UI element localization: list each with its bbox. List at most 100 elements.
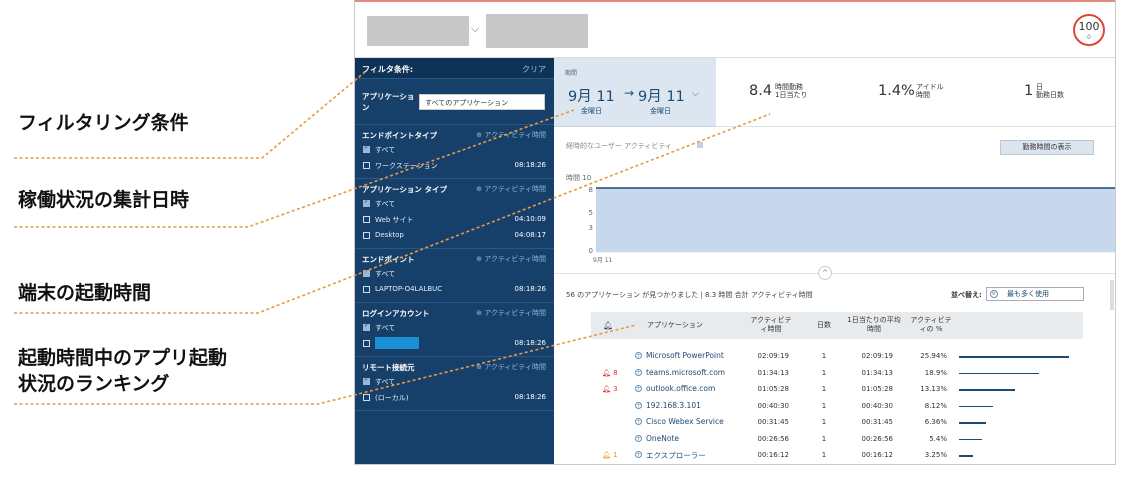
app-name[interactable]: teams.microsoft.com (646, 368, 725, 377)
app-name[interactable]: outlook.office.com (646, 384, 715, 393)
filter-section-header: リモート接続元 ⊕ アクティビティ時間 (355, 357, 554, 374)
filter-section-title: アプリケーション タイプ (362, 185, 447, 194)
table-row[interactable]: 🔔︎ 8 + teams.microsoft.com 01:34:13 1 01:34:1… (591, 366, 1083, 382)
bell-icon[interactable]: 🔔︎ (603, 321, 613, 330)
expand-row-icon[interactable]: + (635, 451, 642, 458)
chevron-up-icon[interactable]: ^ (818, 266, 832, 280)
checkbox[interactable] (363, 394, 370, 401)
checkbox[interactable] (363, 232, 370, 239)
filter-header: フィルタ条件: クリア (355, 58, 554, 79)
filter-section-title: ログインアカウント (362, 309, 430, 318)
expand-row-icon[interactable]: + (635, 385, 642, 392)
expand-row-icon[interactable]: + (635, 418, 642, 425)
sort-label: 並べ替え: (951, 291, 982, 299)
th-days[interactable]: 日数 (811, 321, 837, 330)
kpi-work-hours-label-bottom: 1日当たり (775, 91, 808, 99)
app-name[interactable]: エクスプローラー (646, 450, 706, 461)
table-header: 🔔︎ アプリケーション アクティビテ ィ時間 日数 1日当たりの平均 時間 アク… (591, 312, 1083, 339)
chart-divider (554, 273, 1115, 274)
alert-badge[interactable]: 🔔︎ 1 (602, 451, 618, 459)
checkbox[interactable] (363, 322, 370, 331)
screenshot-root: フィルタリング条件 稼働状況の集計日時 端末の起動時間 起動時間中のアプリ起動 … (0, 0, 1138, 477)
activity-pct: 3.25% (924, 451, 947, 459)
scrollbar[interactable] (1110, 280, 1114, 310)
chevron-down-icon[interactable]: ⌵ (471, 22, 479, 36)
expand-row-icon[interactable]: + (635, 368, 642, 376)
activity-time-toggle[interactable]: ⊕ アクティビティ時間 (476, 254, 546, 264)
kpi-idle-time-label-bottom: 時間 (916, 91, 930, 99)
filter-section-header: エンドポイントタイプ ⊕ アクティビティ時間 (355, 125, 554, 142)
filter-option[interactable]: すべて (355, 374, 554, 390)
activity-time-toggle[interactable]: ⊕ アクティビティ時間 (476, 362, 546, 372)
avg-per-day: 00:31:45 (861, 418, 893, 426)
app-name[interactable]: Cisco Webex Service (646, 417, 724, 426)
period-divider (554, 126, 716, 127)
checkbox[interactable] (363, 216, 370, 223)
activity-time-label: アクティビティ時間 (484, 131, 546, 139)
clear-filters-link[interactable]: クリア (522, 64, 546, 75)
activity-time: 00:16:12 (757, 451, 789, 459)
period-start-weekday: 金曜日 (581, 107, 602, 115)
activity-time: 02:09:19 (757, 352, 789, 360)
checkbox[interactable] (363, 198, 370, 207)
checkbox[interactable] (363, 286, 370, 293)
table-row[interactable]: + Microsoft PowerPoint 02:09:19 1 02:09:19 25… (591, 349, 1083, 365)
filter-option-value: 04:08:17 (514, 231, 546, 239)
chart-x-tick: 9月 11 (593, 257, 613, 264)
alert-count: 3 (613, 385, 618, 393)
filter-option[interactable]: Desktop 04:08:17 (355, 228, 554, 244)
th-activity-pct[interactable]: アクティビテ ィの % (909, 316, 953, 334)
table-row[interactable]: +192.168.3.101 00:40:30 1 00:40:30 8.12% (591, 399, 1083, 415)
th-application[interactable]: アプリケーション (647, 321, 727, 330)
filter-option[interactable]: ワークステーション 08:18:26 (355, 158, 554, 174)
expand-row-icon[interactable]: + (635, 434, 642, 442)
expand-row-icon[interactable]: + (635, 401, 642, 409)
chevron-down-icon[interactable]: ⌵ (692, 89, 699, 99)
activity-time-toggle[interactable]: ⊕ アクティビティ時間 (476, 308, 546, 318)
filter-option[interactable]: (ローカル) 08:18:26 (355, 390, 554, 406)
filter-option[interactable]: すべて (355, 196, 554, 212)
th-avg-per-day[interactable]: 1日当たりの平均 時間 (839, 316, 909, 334)
activity-time-label: アクティビティ時間 (484, 255, 546, 263)
app-name[interactable]: OneNote (646, 434, 679, 443)
kpi-work-days-label: 日勤務日数 (1036, 83, 1064, 99)
results-summary: 56 のアプリケーション が見つかりました | 8.3 時間 合計 アクティビテ… (566, 290, 813, 300)
checkbox[interactable] (363, 268, 370, 277)
days: 1 (821, 368, 827, 377)
filter-option[interactable]: すべて (355, 142, 554, 158)
activity-pct-bar (959, 455, 973, 457)
filter-option[interactable]: すべて (355, 266, 554, 282)
alert-badge[interactable]: 🔔︎ 3 (602, 385, 618, 393)
app-name[interactable]: 192.168.3.101 (646, 401, 701, 410)
alert-badge[interactable]: 🔔︎ 8 (602, 369, 618, 377)
activity-time-toggle[interactable]: ⊕ アクティビティ時間 (476, 130, 546, 140)
checkbox[interactable] (363, 144, 370, 153)
show-work-hours-button[interactable]: 勤務時間の表示 (1000, 140, 1094, 155)
checkbox[interactable] (363, 162, 370, 169)
filter-option[interactable]: LAPTOP-O4LALBUC 08:18:26 (355, 282, 554, 298)
callout-aggregate-date: 稼働状況の集計日時 (18, 189, 190, 211)
filter-option-label: すべて (375, 324, 396, 332)
application-filter-input[interactable]: すべてのアプリケーション (419, 94, 545, 110)
expand-row-icon[interactable]: + (635, 352, 642, 359)
filter-option[interactable]: 08:18:26 (355, 336, 554, 352)
filter-option[interactable]: Web サイト 04:10:09 (355, 212, 554, 228)
table-row[interactable]: 🔔︎ 1 + エクスプローラー 00:16:12 1 00:16:12 3.25% (591, 448, 1083, 464)
table-row[interactable]: + OneNote 00:26:56 1 00:26:56 5.4% (591, 432, 1083, 448)
sort-select[interactable]: ⚙ 最も多く使用 (986, 287, 1084, 301)
days: 1 (821, 352, 827, 360)
filter-option[interactable]: すべて (355, 320, 554, 336)
th-activity-time[interactable]: アクティビテ ィ時間 (746, 316, 796, 334)
checkbox[interactable] (363, 376, 370, 385)
checkbox[interactable] (363, 340, 370, 347)
application-filter: アプリケーション すべてのアプリケーション (355, 79, 554, 125)
period-selector[interactable]: 期間 9月 11 → 9月 11 金曜日 金曜日 ⌵ (554, 58, 716, 126)
app-name[interactable]: Microsoft PowerPoint (646, 351, 724, 360)
filter-section: エンドポイント ⊕ アクティビティ時間すべて LAPTOP-O4LALBUC 08:1… (355, 249, 554, 303)
trend-chart-icon[interactable] (697, 142, 703, 148)
table-row[interactable]: 🔔︎ 3 + outlook.office.com 01:05:28 1 01:05:28… (591, 382, 1083, 398)
table-row[interactable]: + Cisco Webex Service 00:31:45 1 00:31:45 6.3… (591, 415, 1083, 431)
arrow-right-icon: → (624, 86, 635, 100)
filter-option-label: LAPTOP-O4LALBUC (375, 285, 443, 293)
activity-time-toggle[interactable]: ⊕ アクティビティ時間 (476, 184, 546, 194)
